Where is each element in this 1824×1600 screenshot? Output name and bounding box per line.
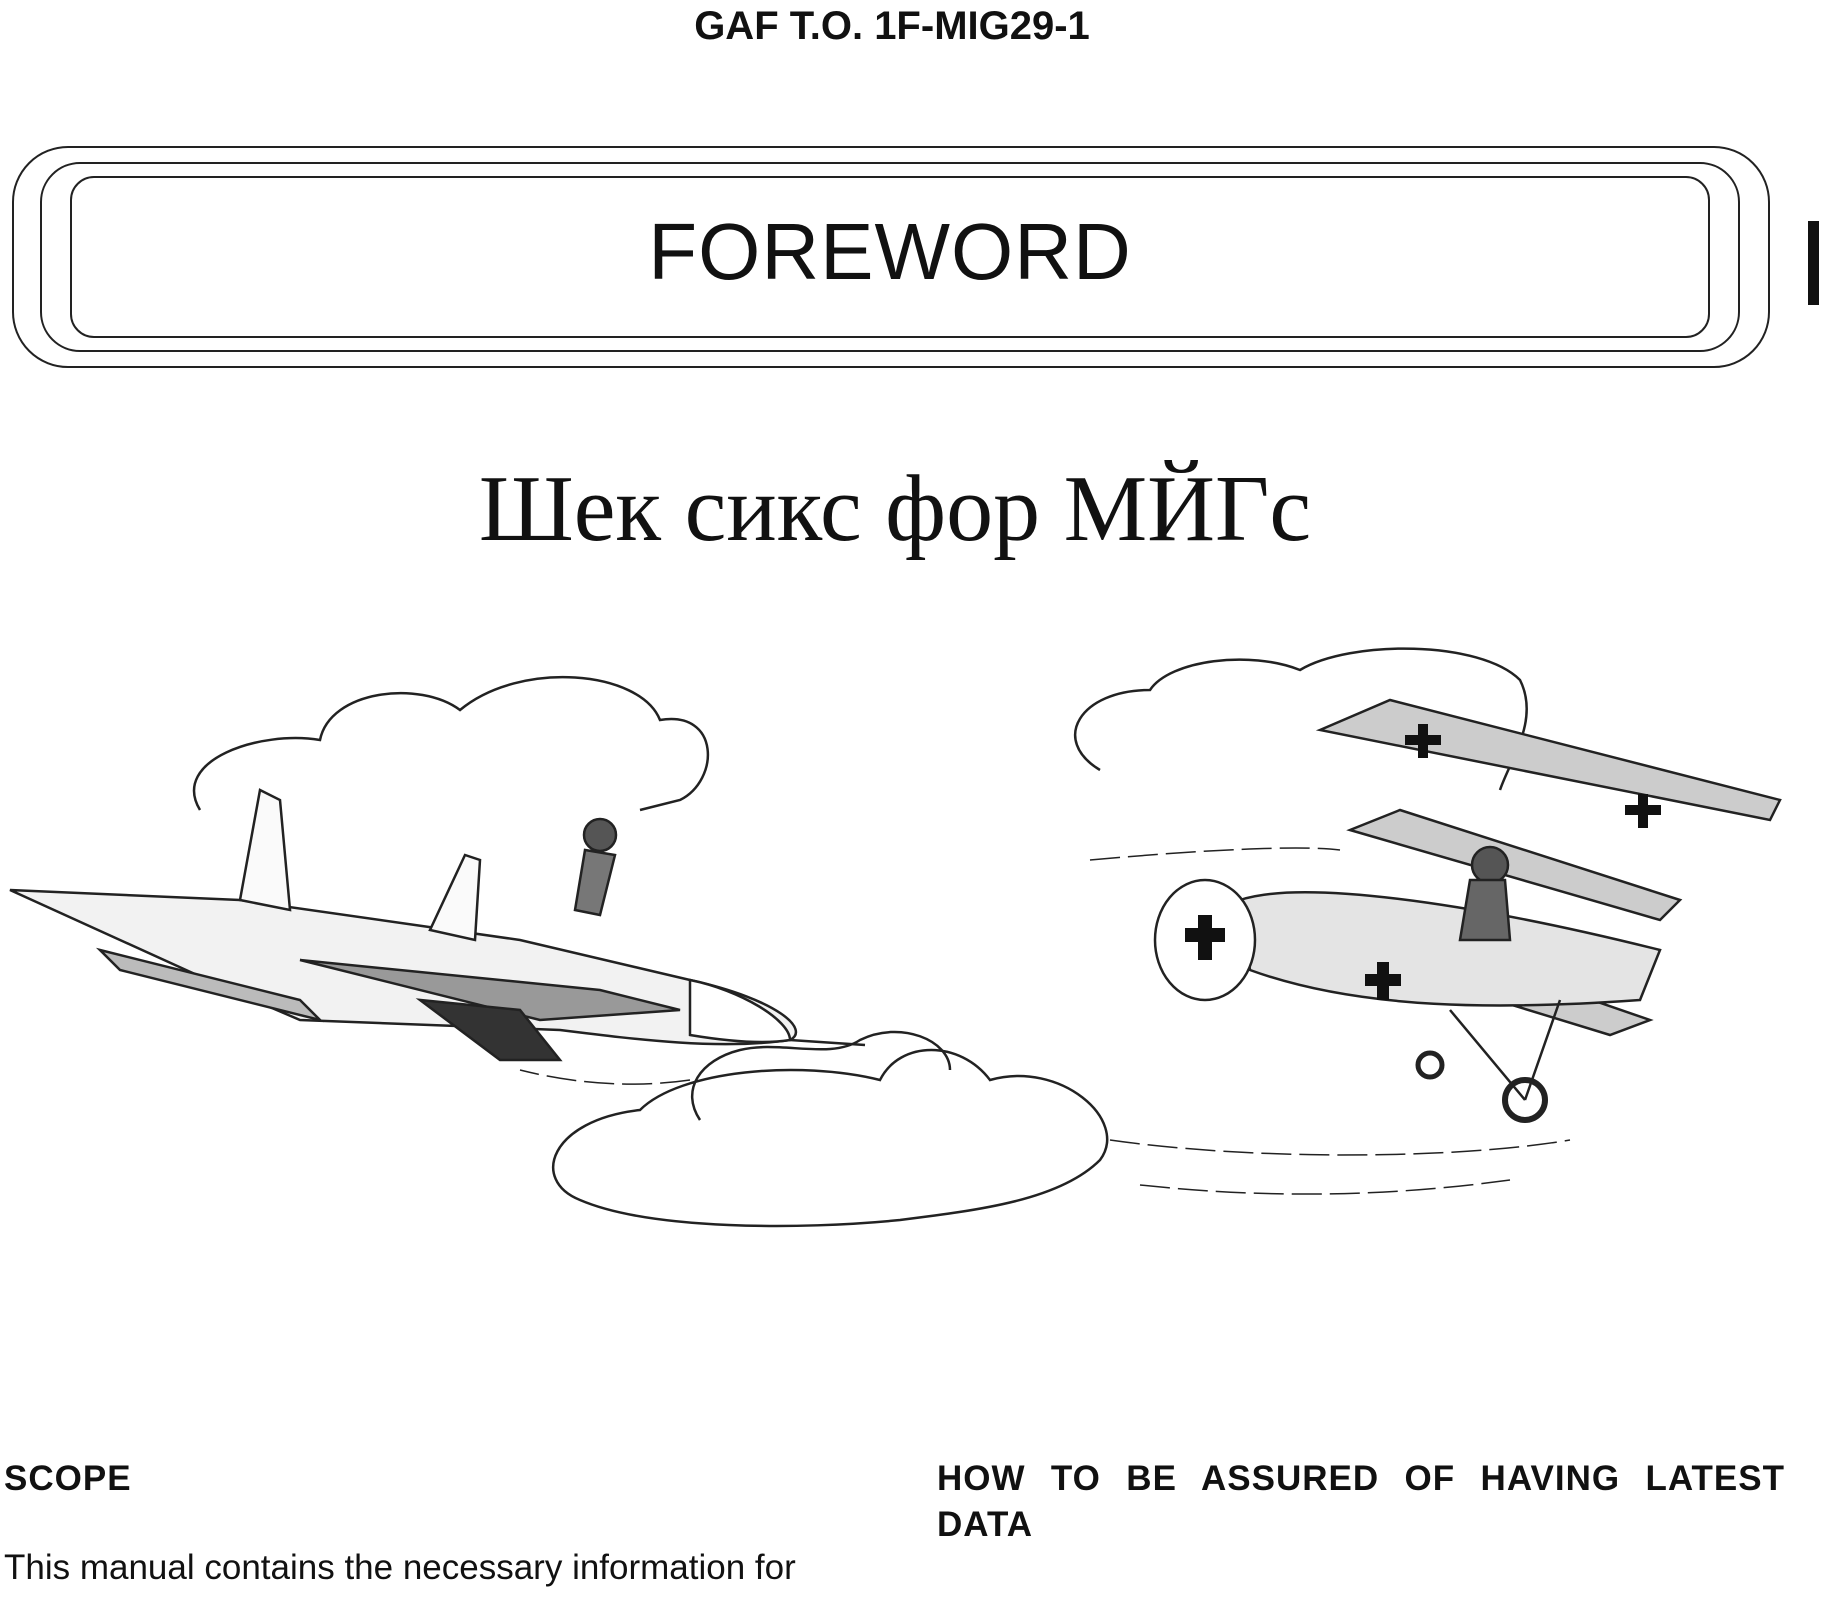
section-heading-scope: SCOPE	[4, 1459, 132, 1498]
cloud-left	[192, 675, 710, 812]
page-title: FOREWORD	[648, 207, 1132, 296]
cloud-bottom	[552, 1030, 1109, 1228]
subtitle: Шек сикс фор МЙГс	[478, 457, 1312, 561]
fokker-triplane-icon	[1153, 698, 1782, 1123]
document-id-header: GAF T.O. 1F-MIG29-1	[694, 4, 1090, 48]
illustration-mig-vs-triplane	[9, 647, 1782, 1228]
change-bar	[1808, 221, 1819, 305]
mig29-jet-icon	[9, 788, 866, 1062]
section-heading-latest-data: HOW TO BE ASSURED OF HAVING LATEST DATA	[937, 1459, 1785, 1544]
section-body-scope: This manual contains the necessary infor…	[4, 1548, 796, 1587]
